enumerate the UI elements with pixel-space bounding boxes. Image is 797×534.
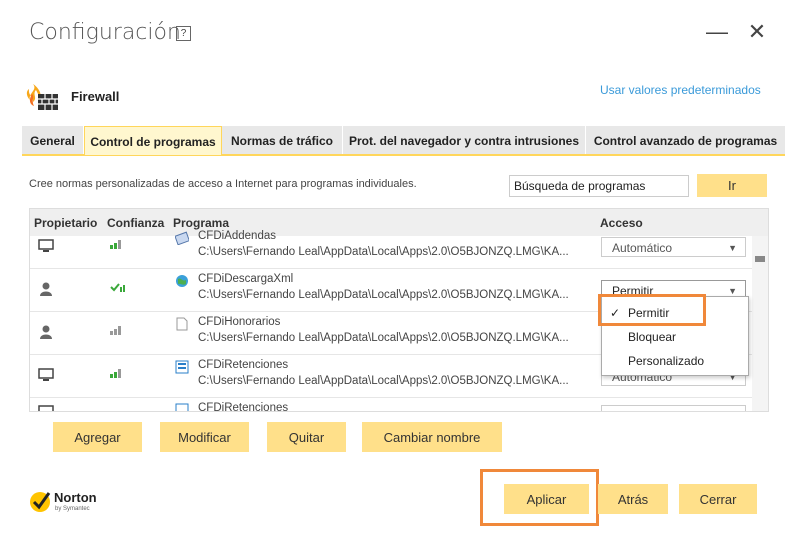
program-name: CFDiRetenciones xyxy=(198,359,289,371)
signal-bars-icon xyxy=(110,239,124,252)
list-app-icon xyxy=(175,360,189,374)
tab-program-control[interactable]: Control de programas xyxy=(84,126,222,155)
help-icon[interactable]: ? xyxy=(176,26,191,41)
user-icon xyxy=(38,325,54,342)
rename-button[interactable]: Cambiar nombre xyxy=(362,422,502,452)
tab-advanced-program-control[interactable]: Control avanzado de programas xyxy=(586,126,786,154)
remove-button[interactable]: Quitar xyxy=(267,422,346,452)
tab-general[interactable]: General xyxy=(22,126,84,154)
table-scrollbar[interactable] xyxy=(752,236,768,411)
tab-traffic-rules[interactable]: Normas de tráfico xyxy=(222,126,343,154)
modify-button[interactable]: Modificar xyxy=(160,422,249,452)
dropdown-option-block[interactable]: Bloquear xyxy=(602,325,748,349)
signal-bars-icon xyxy=(110,368,124,381)
program-path: C:\Users\Fernando Leal\AppData\Local\App… xyxy=(198,246,569,258)
computer-icon xyxy=(38,368,54,385)
access-value: Automático xyxy=(612,241,673,255)
document-icon xyxy=(175,317,189,331)
program-path: C:\Users\Fernando Leal\AppData\Local\App… xyxy=(198,375,569,387)
close-button[interactable]: Cerrar xyxy=(679,484,757,514)
highlight-allow-option xyxy=(598,294,706,326)
norton-logo-icon xyxy=(28,488,54,514)
close-icon[interactable]: ✕ xyxy=(746,21,768,43)
program-path: C:\Users\Fernando Leal\AppData\Local\App… xyxy=(198,332,569,344)
dropdown-option-custom[interactable]: Personalizado xyxy=(602,349,748,373)
list-app-icon xyxy=(175,403,189,411)
program-search-input[interactable] xyxy=(509,175,689,197)
globe-icon xyxy=(175,274,189,288)
scroll-thumb[interactable] xyxy=(755,256,765,262)
back-button[interactable]: Atrás xyxy=(598,484,668,514)
program-name: CFDiRetenciones xyxy=(198,402,289,412)
table-row[interactable]: CFDiAddendas C:\Users\Fernando Leal\AppD… xyxy=(30,225,752,269)
firewall-icon xyxy=(24,82,60,112)
use-defaults-link[interactable]: Usar valores predeterminados xyxy=(600,83,761,97)
description-text: Cree normas personalizadas de acceso a I… xyxy=(29,178,417,190)
check-trust-icon xyxy=(110,282,126,295)
section-title: Firewall xyxy=(71,89,120,104)
computer-icon xyxy=(38,405,54,411)
brand-sub: by Symantec xyxy=(55,506,90,512)
program-path: C:\Users\Fernando Leal\AppData\Local\App… xyxy=(198,289,569,301)
computer-icon xyxy=(38,239,54,256)
program-icon xyxy=(174,231,190,246)
window-title: Configuración xyxy=(29,20,181,45)
tab-browser-intrusion[interactable]: Prot. del navegador y contra intrusiones xyxy=(343,126,586,154)
highlight-apply-button xyxy=(480,469,599,526)
access-select[interactable] xyxy=(601,405,746,411)
add-button[interactable]: Agregar xyxy=(53,422,142,452)
minimize-button[interactable]: — xyxy=(706,21,728,43)
user-icon xyxy=(38,282,54,299)
program-name: CFDiDescargaXml xyxy=(198,273,294,285)
table-row[interactable]: CFDiRetenciones xyxy=(30,397,752,412)
go-button[interactable]: Ir xyxy=(697,174,767,197)
access-select[interactable]: Automático ▼ xyxy=(601,237,746,257)
program-name: CFDiAddendas xyxy=(198,230,276,242)
chevron-down-icon: ▼ xyxy=(728,243,737,253)
brand-name: Norton xyxy=(54,490,97,505)
program-name: CFDiHonorarios xyxy=(198,316,281,328)
signal-bars-icon xyxy=(110,325,124,338)
tab-bar: General Control de programas Normas de t… xyxy=(22,126,786,156)
